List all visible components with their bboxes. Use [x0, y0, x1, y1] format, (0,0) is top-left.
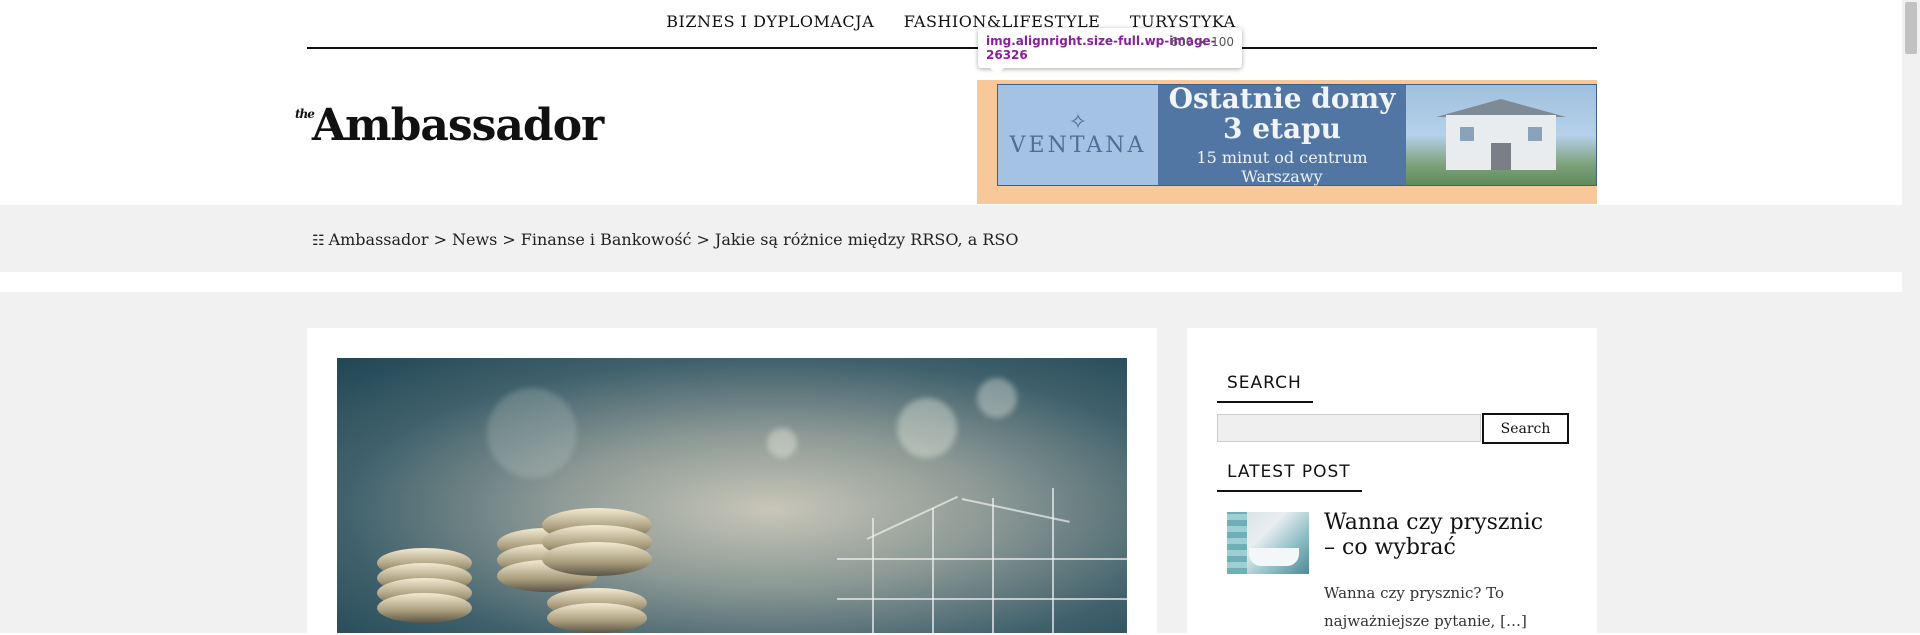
search-input[interactable] [1217, 414, 1481, 442]
article-featured-image [337, 358, 1127, 633]
search-title-underline [1217, 401, 1313, 403]
breadcrumb-current: Jakie są różnice między RRSO, a RSO [714, 230, 1019, 249]
breadcrumb-news[interactable]: News [452, 230, 497, 249]
banner-copy: Ostatnie domy 3 etapu 15 minut od centru… [1158, 82, 1406, 187]
banner-headline-1: Ostatnie domy [1168, 82, 1396, 115]
banner-headline-2: 3 etapu [1222, 112, 1342, 145]
bird-icon: ✧ [1068, 109, 1088, 135]
banner-brand: ✧ VENTANA [998, 85, 1158, 185]
latest-post-thumbnail[interactable] [1227, 512, 1309, 574]
house-image [1406, 85, 1596, 185]
banner-subline: 15 minut od centrum Warszawy [1196, 148, 1368, 186]
article-card [307, 328, 1157, 633]
tooltip-dimensions: 600 × 100 [1170, 35, 1235, 49]
logo-name: Ambassador [311, 100, 604, 151]
sitemap-icon: ☷ [312, 233, 325, 249]
breadcrumb-home[interactable]: Ambassador [329, 230, 429, 249]
logo-prefix: the [295, 107, 315, 121]
breadcrumb: ☷ Ambassador > News > Finanse i Bankowość > Jak… [312, 230, 1019, 249]
scrollbar-thumb[interactable] [1905, 2, 1917, 54]
breadcrumb-category[interactable]: Finanse i Bankowość [521, 230, 692, 249]
nav-item-biznes[interactable]: Biznes i dyplomacja [666, 12, 874, 31]
latest-title-underline [1217, 490, 1362, 492]
devtools-inspect-tooltip: img.alignright.size-full.wp-image-26326 … [978, 28, 1242, 75]
search-widget-title: SEARCH [1227, 373, 1302, 393]
banner-highlight: ✧ VENTANA Ostatnie domy 3 etapu 15 minut… [977, 80, 1597, 204]
latest-post-excerpt: Wanna czy prysznic? To najważniejsze pyt… [1324, 584, 1527, 630]
page-scrollbar[interactable] [1902, 0, 1920, 633]
ad-banner[interactable]: ✧ VENTANA Ostatnie domy 3 etapu 15 minut… [997, 84, 1597, 186]
search-button[interactable]: Search [1482, 413, 1569, 444]
sidebar: SEARCH Search LATEST POST Wanna czy prys… [1187, 328, 1597, 633]
nav-divider [307, 47, 1597, 49]
latest-post-widget-title: LATEST POST [1227, 462, 1351, 482]
latest-post-title[interactable]: Wanna czy prysznic – co wybrać [1324, 510, 1554, 560]
site-logo[interactable]: theAmbassador [295, 100, 604, 151]
banner-brand-name: VENTANA [1009, 132, 1147, 158]
top-navigation: Biznes i dyplomacja Fashion&Lifestyle Tu… [0, 12, 1902, 31]
